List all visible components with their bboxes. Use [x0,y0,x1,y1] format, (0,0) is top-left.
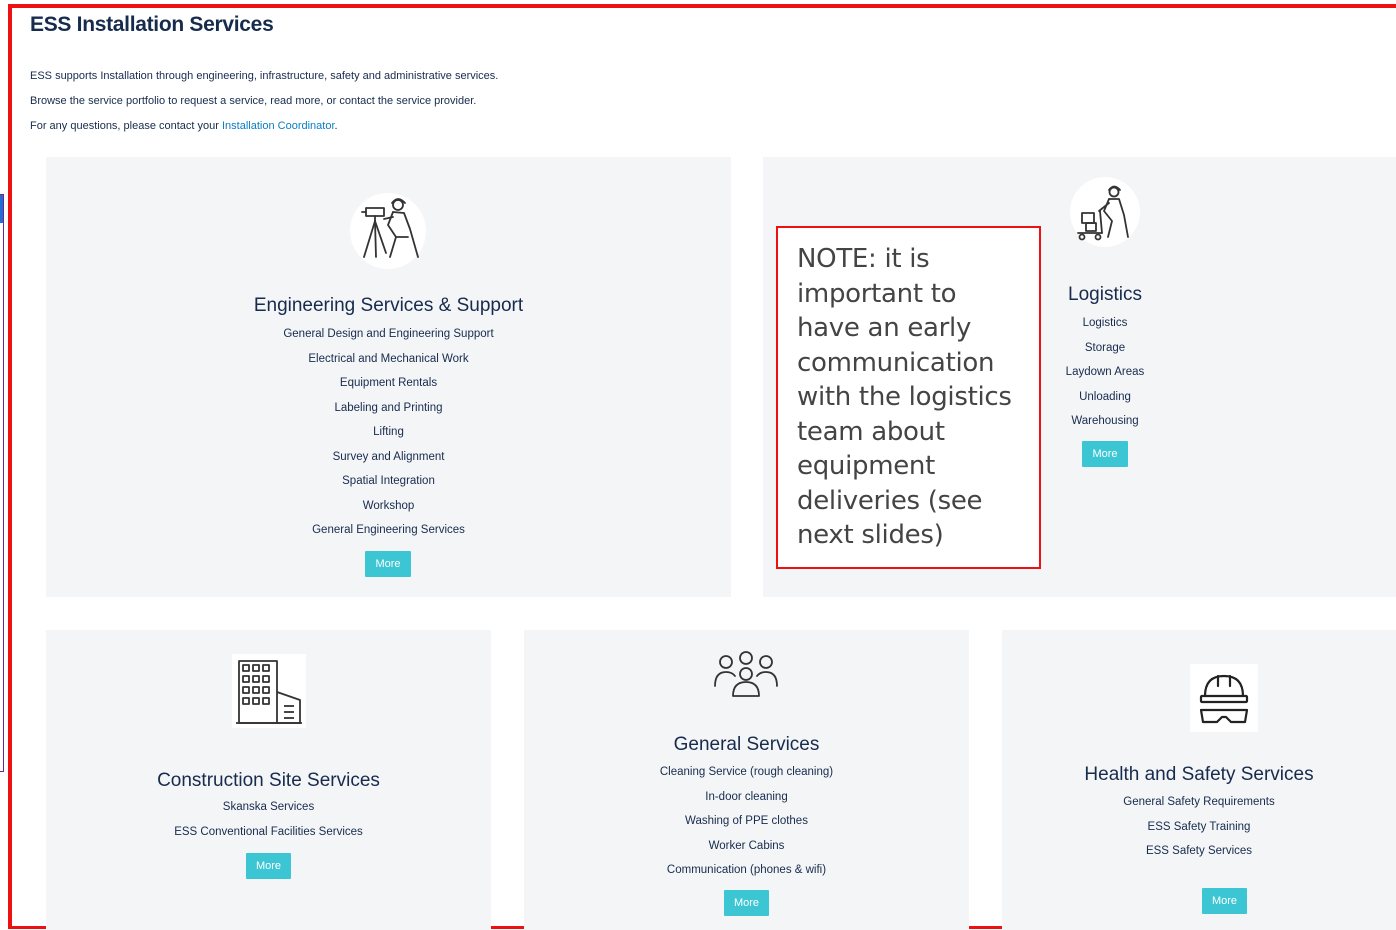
engineering-card: Engineering Services & Support General D… [46,157,731,597]
surveyor-icon [350,193,426,269]
engineering-items: General Design and Engineering Support E… [46,322,731,543]
list-item[interactable]: Lifting [46,420,731,445]
intro-line-3-prefix: For any questions, please contact your [30,120,222,132]
general-services-title: General Services [673,734,820,755]
construction-title: Construction Site Services [157,770,380,791]
list-item[interactable]: General Safety Requirements [1002,790,1396,815]
people-group-icon [714,651,778,697]
list-item[interactable]: ESS Safety Training [1002,815,1396,840]
general-services-more-button[interactable]: More [724,890,769,916]
list-item[interactable]: Workshop [46,494,731,519]
logistics-more-button[interactable]: More [1082,441,1128,467]
list-item[interactable]: ESS Conventional Facilities Services [46,820,491,845]
list-item[interactable]: General Engineering Services [46,518,731,543]
health-safety-card: Health and Safety Services General Safet… [1002,630,1396,930]
page-title: ESS Installation Services [30,13,274,36]
health-safety-more-button[interactable]: More [1202,888,1247,914]
list-item[interactable]: General Design and Engineering Support [46,322,731,347]
health-safety-items: General Safety Requirements ESS Safety T… [1002,790,1396,864]
construction-card: Construction Site Services Skanska Servi… [46,630,491,930]
note-callout: NOTE: it is important to have an early c… [776,226,1041,569]
list-item[interactable]: Cleaning Service (rough cleaning) [524,760,969,785]
left-edge-strip [0,194,4,772]
engineering-more-button[interactable]: More [365,551,411,577]
list-item[interactable]: Survey and Alignment [46,445,731,470]
intro-line-3-suffix: . [334,120,338,132]
construction-items: Skanska Services ESS Conventional Facili… [46,795,491,844]
list-item[interactable]: Washing of PPE clothes [524,809,969,834]
health-safety-title: Health and Safety Services [1084,764,1314,785]
cart-worker-icon [1070,177,1140,247]
list-item[interactable]: Spatial Integration [46,469,731,494]
construction-more-button[interactable]: More [246,853,291,879]
engineering-title: Engineering Services & Support [253,295,524,316]
list-item[interactable]: Labeling and Printing [46,396,731,421]
list-item[interactable]: Equipment Rentals [46,371,731,396]
intro-line-1: ESS supports Installation through engine… [30,70,499,82]
general-services-card: General Services Cleaning Service (rough… [524,630,969,930]
list-item[interactable]: In-door cleaning [524,785,969,810]
intro-line-3: For any questions, please contact your I… [30,120,338,132]
list-item[interactable]: Electrical and Mechanical Work [46,347,731,372]
list-item[interactable]: ESS Safety Services [1002,839,1396,864]
building-icon [232,654,306,728]
general-services-items: Cleaning Service (rough cleaning) In-doo… [524,760,969,883]
installation-coordinator-link[interactable]: Installation Coordinator [222,120,335,132]
hardhat-goggles-icon [1190,664,1258,732]
list-item[interactable]: Skanska Services [46,795,491,820]
intro-line-2: Browse the service portfolio to request … [30,95,477,107]
list-item[interactable]: Communication (phones & wifi) [524,858,969,883]
list-item[interactable]: Worker Cabins [524,834,969,859]
